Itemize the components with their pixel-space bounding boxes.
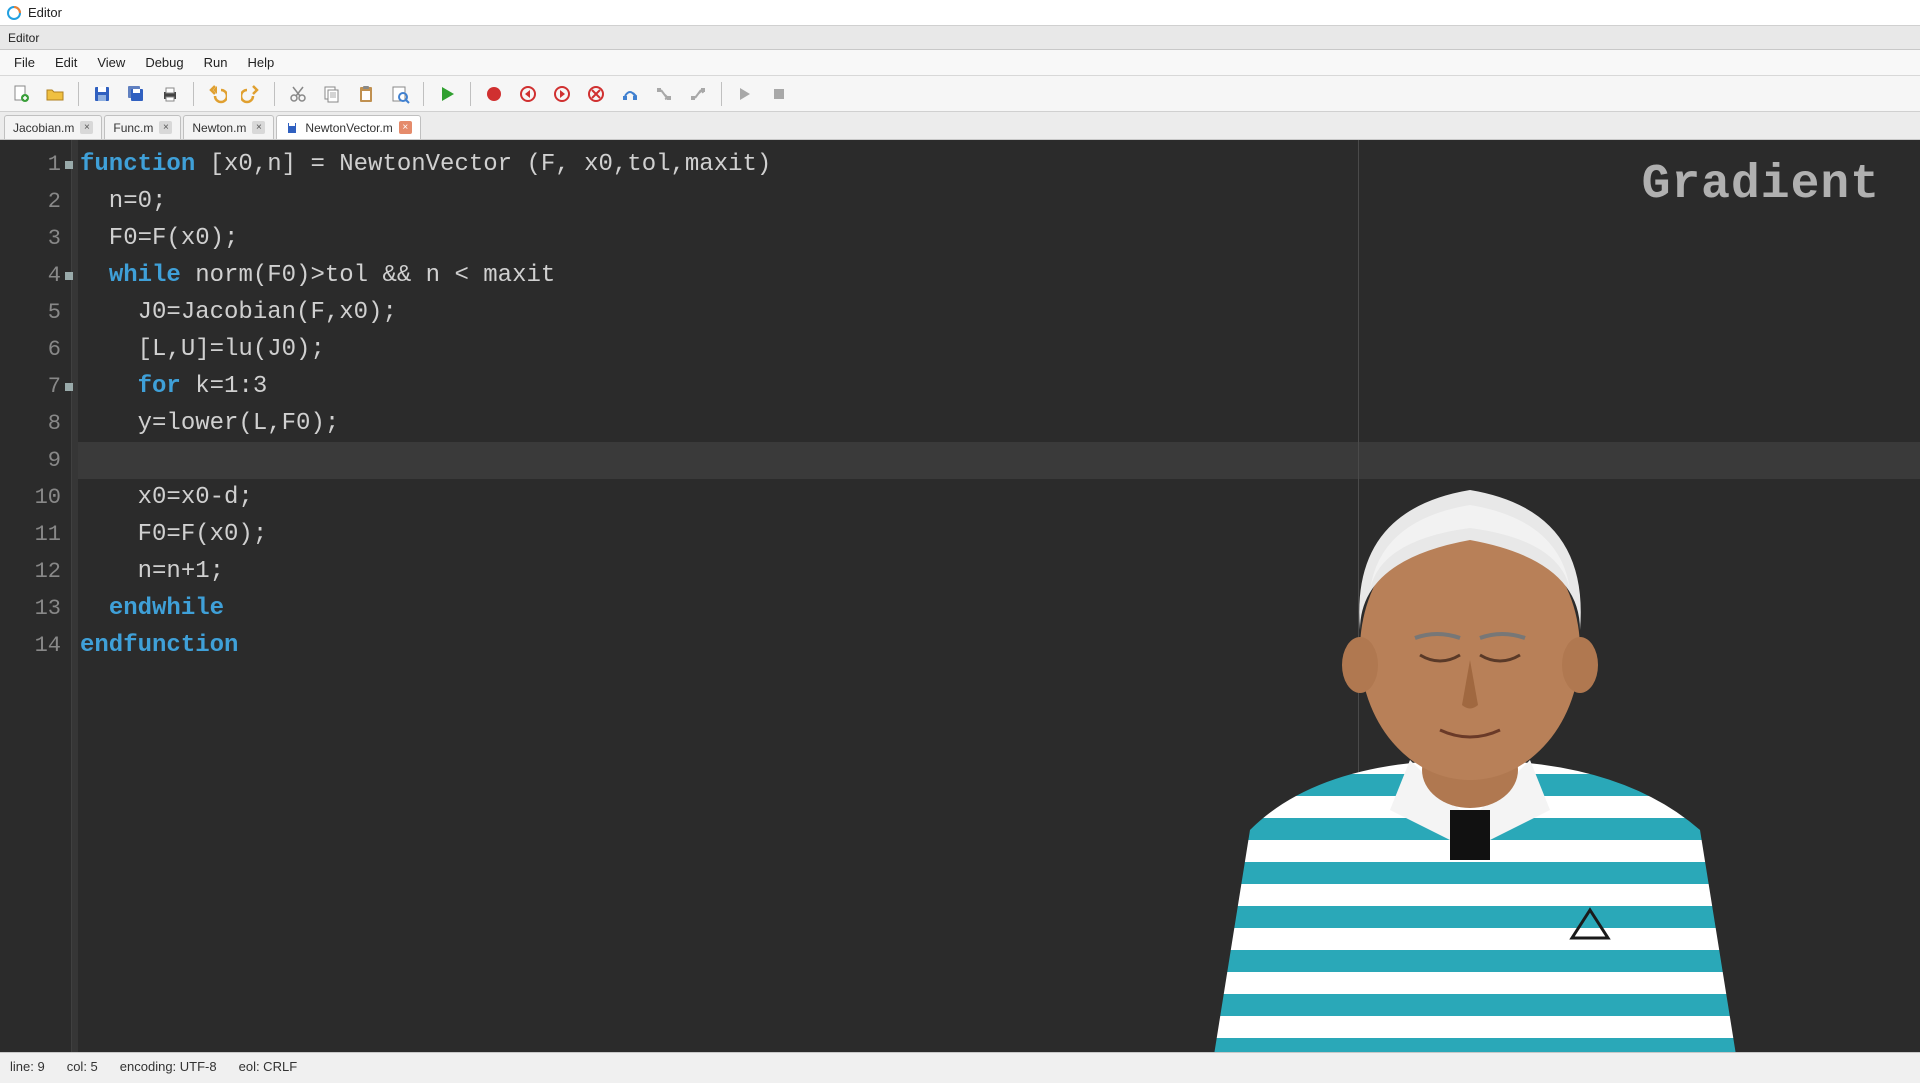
- find-replace-button[interactable]: [385, 79, 415, 109]
- file-icon: [285, 121, 299, 135]
- line-number[interactable]: 3: [0, 220, 71, 257]
- line-number[interactable]: 4: [0, 257, 71, 294]
- code-line[interactable]: endwhile: [78, 590, 1920, 627]
- watermark-text: Gradient: [1642, 158, 1880, 212]
- code-line[interactable]: y=lower(L,F0);: [78, 405, 1920, 442]
- run-button[interactable]: [432, 79, 462, 109]
- code-line[interactable]: F0=F(x0);: [78, 516, 1920, 553]
- step-in-button[interactable]: [649, 79, 679, 109]
- toolbar-separator: [78, 82, 79, 106]
- line-number-gutter[interactable]: 1234567891011121314: [0, 140, 72, 1052]
- line-number[interactable]: 12: [0, 553, 71, 590]
- line-number[interactable]: 13: [0, 590, 71, 627]
- status-line: line: 9: [10, 1059, 45, 1074]
- step-out-button[interactable]: [683, 79, 713, 109]
- code-line[interactable]: F0=F(x0);: [78, 220, 1920, 257]
- statusbar: line: 9 col: 5 encoding: UTF-8 eol: CRLF: [0, 1052, 1920, 1080]
- save-button[interactable]: [87, 79, 117, 109]
- tab-newton-m[interactable]: Newton.m ×: [183, 115, 274, 139]
- code-line[interactable]: [78, 442, 1920, 479]
- line-number[interactable]: 6: [0, 331, 71, 368]
- new-file-button[interactable]: [6, 79, 36, 109]
- code-line[interactable]: n=n+1;: [78, 553, 1920, 590]
- tab-label: Func.m: [113, 121, 153, 135]
- titlebar: Editor: [0, 0, 1920, 26]
- menu-help[interactable]: Help: [237, 51, 284, 74]
- menubar: File Edit View Debug Run Help: [0, 50, 1920, 76]
- code-text-area[interactable]: Gradient function [x0,n] = NewtonVector …: [78, 140, 1920, 1052]
- copy-button[interactable]: [317, 79, 347, 109]
- code-line[interactable]: J0=Jacobian(F,x0);: [78, 294, 1920, 331]
- line-number[interactable]: 10: [0, 479, 71, 516]
- line-number[interactable]: 2: [0, 183, 71, 220]
- print-button[interactable]: [155, 79, 185, 109]
- tab-func-m[interactable]: Func.m ×: [104, 115, 181, 139]
- toolbar-separator: [423, 82, 424, 106]
- toolbar-separator: [274, 82, 275, 106]
- line-number[interactable]: 9: [0, 442, 71, 479]
- line-number[interactable]: 5: [0, 294, 71, 331]
- toggle-breakpoint-button[interactable]: [479, 79, 509, 109]
- next-breakpoint-button[interactable]: [547, 79, 577, 109]
- status-eol: eol: CRLF: [239, 1059, 298, 1074]
- code-line[interactable]: [L,U]=lu(J0);: [78, 331, 1920, 368]
- tab-jacobian-m[interactable]: Jacobian.m ×: [4, 115, 102, 139]
- toolbar-separator: [470, 82, 471, 106]
- line-number[interactable]: 1: [0, 146, 71, 183]
- tab-label: Newton.m: [192, 121, 246, 135]
- status-col: col: 5: [67, 1059, 98, 1074]
- tabbar: Jacobian.m×Func.m×Newton.m×NewtonVector.…: [0, 112, 1920, 140]
- clear-breakpoints-button[interactable]: [581, 79, 611, 109]
- toolbar-separator: [193, 82, 194, 106]
- window-title: Editor: [28, 5, 62, 20]
- status-encoding: encoding: UTF-8: [120, 1059, 217, 1074]
- cut-button[interactable]: [283, 79, 313, 109]
- fold-marker-icon[interactable]: [65, 383, 73, 391]
- toolbar-separator: [721, 82, 722, 106]
- margin-ruler: [1358, 140, 1359, 1052]
- undo-button[interactable]: [202, 79, 232, 109]
- menu-edit[interactable]: Edit: [45, 51, 87, 74]
- line-number[interactable]: 8: [0, 405, 71, 442]
- line-number[interactable]: 7: [0, 368, 71, 405]
- tab-close-icon[interactable]: ×: [159, 121, 172, 134]
- line-number[interactable]: 11: [0, 516, 71, 553]
- fold-marker-icon[interactable]: [65, 161, 73, 169]
- app-icon: [6, 5, 22, 21]
- tab-label: Jacobian.m: [13, 121, 74, 135]
- menu-debug[interactable]: Debug: [135, 51, 193, 74]
- step-over-button[interactable]: [615, 79, 645, 109]
- save-all-button[interactable]: [121, 79, 151, 109]
- line-number[interactable]: 14: [0, 627, 71, 664]
- prev-breakpoint-button[interactable]: [513, 79, 543, 109]
- tab-label: NewtonVector.m: [305, 121, 392, 135]
- editor-subtitle: Editor: [0, 26, 1920, 50]
- tab-newtonvector-m[interactable]: NewtonVector.m ×: [276, 115, 420, 139]
- tab-close-icon[interactable]: ×: [252, 121, 265, 134]
- menu-view[interactable]: View: [87, 51, 135, 74]
- stop-button[interactable]: [764, 79, 794, 109]
- menu-file[interactable]: File: [4, 51, 45, 74]
- paste-button[interactable]: [351, 79, 381, 109]
- code-line[interactable]: while norm(F0)>tol && n < maxit: [78, 257, 1920, 294]
- continue-button[interactable]: [730, 79, 760, 109]
- fold-marker-icon[interactable]: [65, 272, 73, 280]
- code-line[interactable]: for k=1:3: [78, 368, 1920, 405]
- editor-area[interactable]: 1234567891011121314 Gradient function [x…: [0, 140, 1920, 1052]
- menu-run[interactable]: Run: [194, 51, 238, 74]
- redo-button[interactable]: [236, 79, 266, 109]
- open-folder-button[interactable]: [40, 79, 70, 109]
- code-line[interactable]: x0=x0-d;: [78, 479, 1920, 516]
- code-line[interactable]: endfunction: [78, 627, 1920, 664]
- toolbar: [0, 76, 1920, 112]
- tab-close-icon[interactable]: ×: [399, 121, 412, 134]
- tab-close-icon[interactable]: ×: [80, 121, 93, 134]
